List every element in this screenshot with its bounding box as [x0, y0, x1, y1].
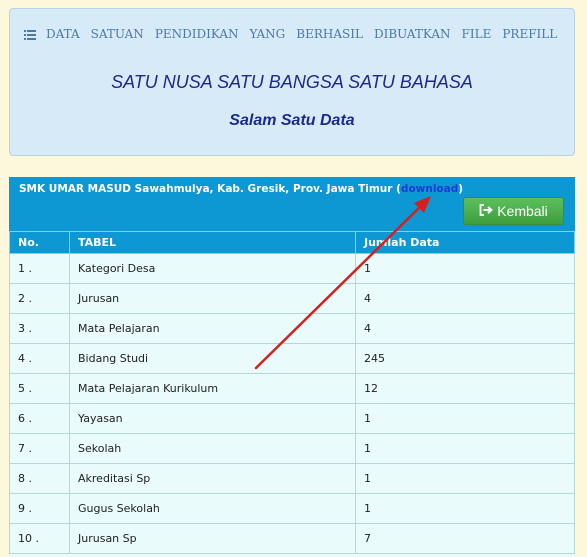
menu-item-satuan[interactable]: SATUAN [91, 27, 144, 41]
header-panel: DATA SATUAN PENDIDIKAN YANG BERHASIL DIB… [9, 8, 575, 156]
table-row: 4 . Bidang Studi 245 [9, 343, 575, 374]
menu-item-data[interactable]: DATA [46, 27, 80, 41]
table-header-row: No. TABEL Jumlah Data [9, 231, 575, 254]
row-jumlah: 4 [355, 313, 575, 344]
row-jumlah: 1 [355, 433, 575, 464]
row-number: 2 . [9, 283, 70, 314]
school-close-paren: ) [458, 183, 464, 195]
menu-item-dibuatkan[interactable]: DIBUATKAN [374, 27, 451, 41]
row-tabel: Jurusan [69, 283, 356, 314]
table-row: 7 . Sekolah 1 [9, 433, 575, 464]
menu-item-file[interactable]: FILE [462, 27, 492, 41]
row-jumlah: 1 [355, 493, 575, 524]
sign-out-icon [479, 203, 497, 219]
row-jumlah: 12 [355, 373, 575, 404]
column-header-no: No. [9, 231, 70, 254]
kembali-label: Kembali [497, 203, 548, 219]
table-row: 9 . Gugus Sekolah 1 [9, 493, 575, 524]
row-jumlah: 1 [355, 403, 575, 434]
row-jumlah: 4 [355, 283, 575, 314]
row-number: 9 . [9, 493, 70, 524]
top-menu: DATA SATUAN PENDIDIKAN YANG BERHASIL DIB… [24, 25, 568, 43]
menu-item-berhasil[interactable]: BERHASIL [296, 27, 363, 41]
table-row: 8 . Akreditasi Sp 1 [9, 463, 575, 494]
table-row: 3 . Mata Pelajaran 4 [9, 313, 575, 344]
column-header-jumlah: Jumlah Data [355, 231, 575, 254]
data-table: No. TABEL Jumlah Data 1 . Kategori Desa … [9, 231, 575, 554]
table-row: 10 . Jurusan Sp 7 [9, 523, 575, 554]
table-row: 5 . Mata Pelajaran Kurikulum 12 [9, 373, 575, 404]
row-tabel: Gugus Sekolah [69, 493, 356, 524]
table-row: 2 . Jurusan 4 [9, 283, 575, 314]
download-link[interactable]: download [401, 183, 458, 195]
menu-item-pendidikan[interactable]: PENDIDIKAN [155, 27, 239, 41]
table-row: 6 . Yayasan 1 [9, 403, 575, 434]
row-tabel: Mata Pelajaran Kurikulum [69, 373, 356, 404]
row-number: 3 . [9, 313, 70, 344]
row-number: 7 . [9, 433, 70, 464]
row-tabel: Mata Pelajaran [69, 313, 356, 344]
table-row: 1 . Kategori Desa 1 [9, 253, 575, 284]
row-tabel: Akreditasi Sp [69, 463, 356, 494]
row-number: 10 . [9, 523, 70, 554]
kembali-button[interactable]: Kembali [463, 197, 564, 225]
menu-item-yang[interactable]: YANG [250, 27, 286, 41]
slogan-heading: SATU NUSA SATU BANGSA SATU BAHASA [111, 72, 473, 92]
school-info: SMK UMAR MASUD Sawahmulya, Kab. Gresik, … [19, 183, 463, 195]
panel-header: SMK UMAR MASUD Sawahmulya, Kab. Gresik, … [9, 177, 575, 231]
row-tabel: Kategori Desa [69, 253, 356, 284]
list-icon [24, 29, 36, 40]
page-subtitle: Salam Satu Data [229, 112, 355, 129]
school-name: SMK UMAR MASUD Sawahmulya, Kab. Gresik, … [19, 183, 401, 195]
row-number: 8 . [9, 463, 70, 494]
menu-item-prefill[interactable]: PREFILL [502, 27, 557, 41]
row-jumlah: 245 [355, 343, 575, 374]
row-tabel: Bidang Studi [69, 343, 356, 374]
row-jumlah: 7 [355, 523, 575, 554]
row-jumlah: 1 [355, 463, 575, 494]
row-tabel: Sekolah [69, 433, 356, 464]
row-number: 4 . [9, 343, 70, 374]
row-jumlah: 1 [355, 253, 575, 284]
data-table-panel: SMK UMAR MASUD Sawahmulya, Kab. Gresik, … [9, 177, 575, 557]
row-number: 1 . [9, 253, 70, 284]
row-tabel: Jurusan Sp [69, 523, 356, 554]
row-number: 6 . [9, 403, 70, 434]
column-header-tabel: TABEL [69, 231, 356, 254]
row-number: 5 . [9, 373, 70, 404]
row-tabel: Yayasan [69, 403, 356, 434]
